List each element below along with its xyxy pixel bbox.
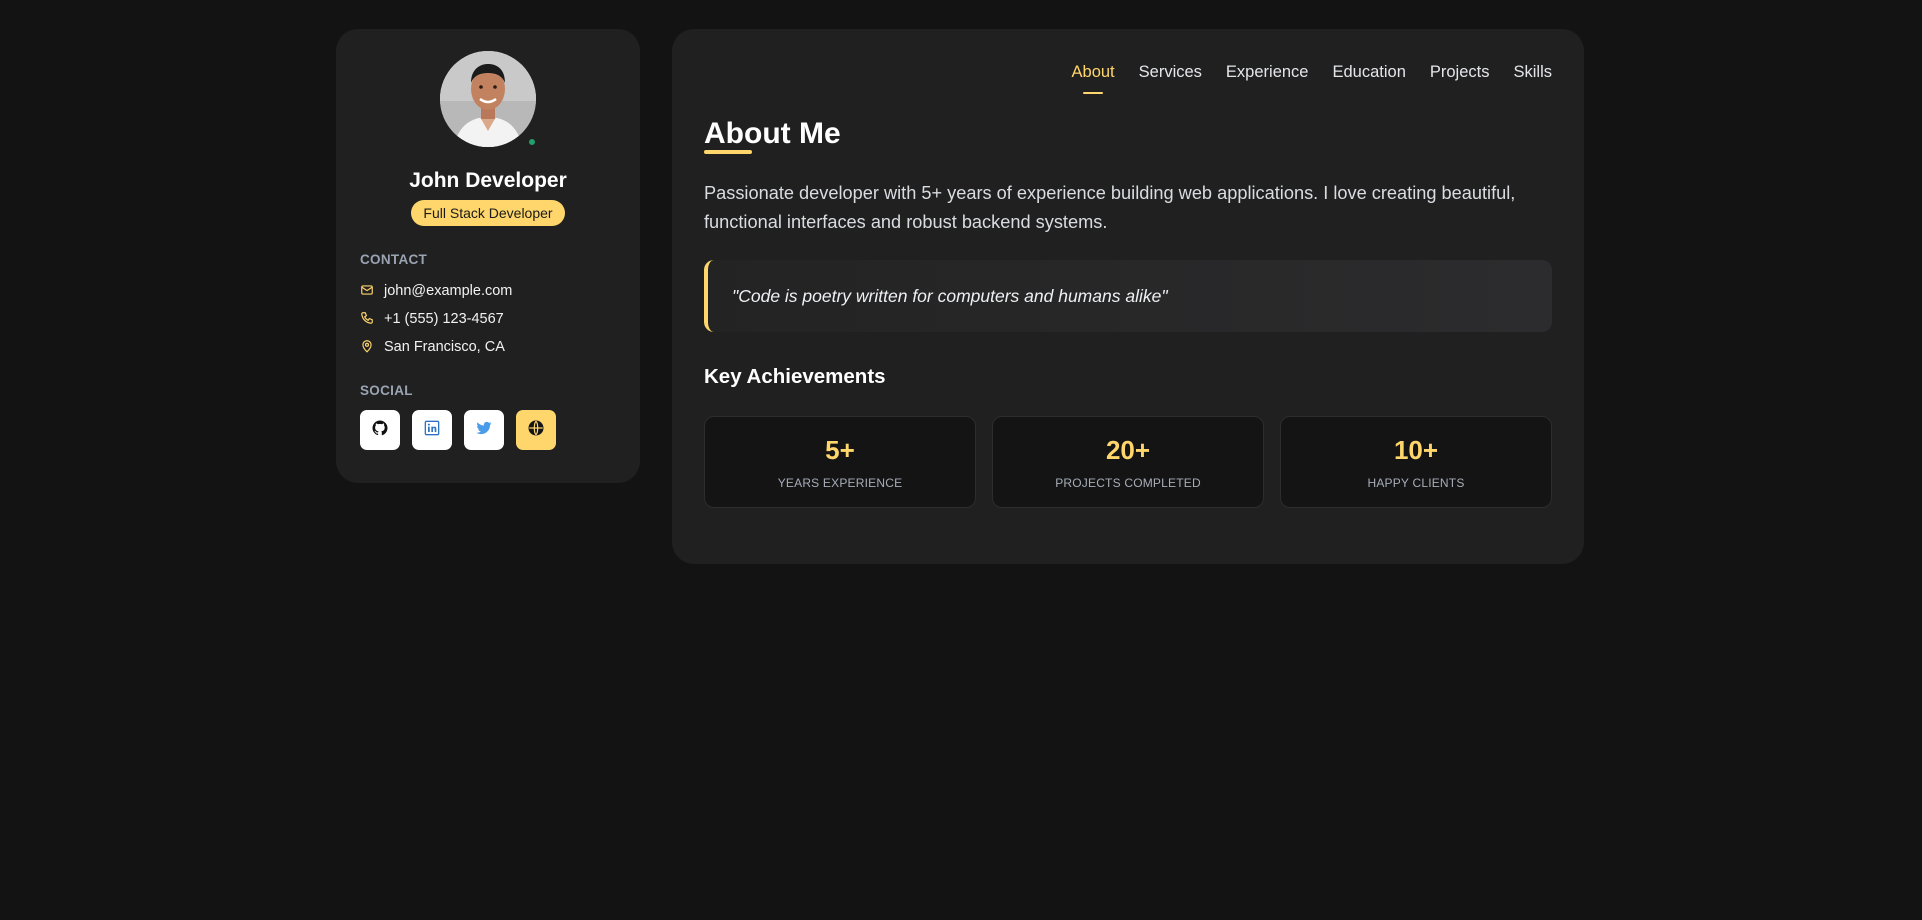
achievement-value: 20+ — [1105, 434, 1151, 465]
profile-name: John Developer — [409, 169, 567, 192]
nav-item-experience[interactable]: Experience — [1226, 63, 1309, 82]
achievement-value: 10+ — [1393, 434, 1439, 465]
contact-location-text: San Francisco, CA — [384, 339, 505, 355]
contact-phone[interactable]: +1 (555) 123-4567 — [360, 305, 616, 333]
twitter-button[interactable] — [464, 410, 504, 450]
nav-item-services[interactable]: Services — [1139, 63, 1202, 82]
page: John Developer Full Stack Developer CONT… — [0, 0, 1922, 920]
avatar — [440, 51, 536, 147]
achievements-grid: 5+ YEARS EXPERIENCE 20+ PROJECTS COMPLET… — [704, 416, 1552, 508]
mail-icon — [360, 283, 376, 299]
quote-block: "Code is poetry written for computers an… — [704, 260, 1552, 332]
social-section-title: SOCIAL — [360, 383, 413, 398]
achievement-card: 5+ YEARS EXPERIENCE — [704, 416, 976, 508]
contact-phone-text: +1 (555) 123-4567 — [384, 311, 504, 327]
nav-item-projects[interactable]: Projects — [1430, 63, 1490, 82]
phone-icon — [360, 311, 376, 327]
social-links — [360, 410, 616, 450]
contact-email-text: john@example.com — [384, 283, 513, 299]
github-button[interactable] — [360, 410, 400, 450]
title-underline — [704, 150, 752, 154]
profile-sidebar: John Developer Full Stack Developer CONT… — [336, 29, 640, 483]
nav-item-about[interactable]: About — [1072, 63, 1115, 82]
nav-item-education[interactable]: Education — [1332, 63, 1405, 82]
github-icon — [371, 419, 389, 442]
main-card: About Services Experience Education Proj… — [672, 29, 1584, 564]
map-pin-icon — [360, 339, 376, 355]
achievement-value: 5+ — [825, 434, 855, 465]
website-button[interactable] — [516, 410, 556, 450]
achievement-card: 10+ HAPPY CLIENTS — [1280, 416, 1552, 508]
contact-email[interactable]: john@example.com — [360, 277, 616, 305]
quote-text: "Code is poetry written for computers an… — [732, 285, 1168, 306]
globe-icon — [527, 419, 545, 442]
achievement-label: YEARS EXPERIENCE — [777, 475, 903, 490]
achievements-title: Key Achievements — [704, 365, 886, 388]
achievement-card: 20+ PROJECTS COMPLETED — [992, 416, 1264, 508]
online-status-dot — [527, 137, 537, 147]
twitter-icon — [475, 419, 493, 442]
linkedin-icon — [424, 420, 440, 441]
contact-section-title: CONTACT — [360, 252, 428, 267]
nav-item-skills[interactable]: Skills — [1513, 63, 1552, 82]
linkedin-button[interactable] — [412, 410, 452, 450]
avatar-container — [440, 51, 537, 147]
achievement-label: HAPPY CLIENTS — [1367, 475, 1465, 490]
page-title: About Me — [704, 117, 841, 150]
achievement-label: PROJECTS COMPLETED — [1055, 475, 1201, 490]
role-badge: Full Stack Developer — [411, 200, 565, 226]
section-nav: About Services Experience Education Proj… — [1072, 63, 1552, 82]
contact-location: San Francisco, CA — [360, 333, 616, 361]
contact-list: john@example.com +1 (555) 123-4567 San F… — [360, 277, 616, 361]
about-intro: Passionate developer with 5+ years of ex… — [704, 183, 1516, 232]
